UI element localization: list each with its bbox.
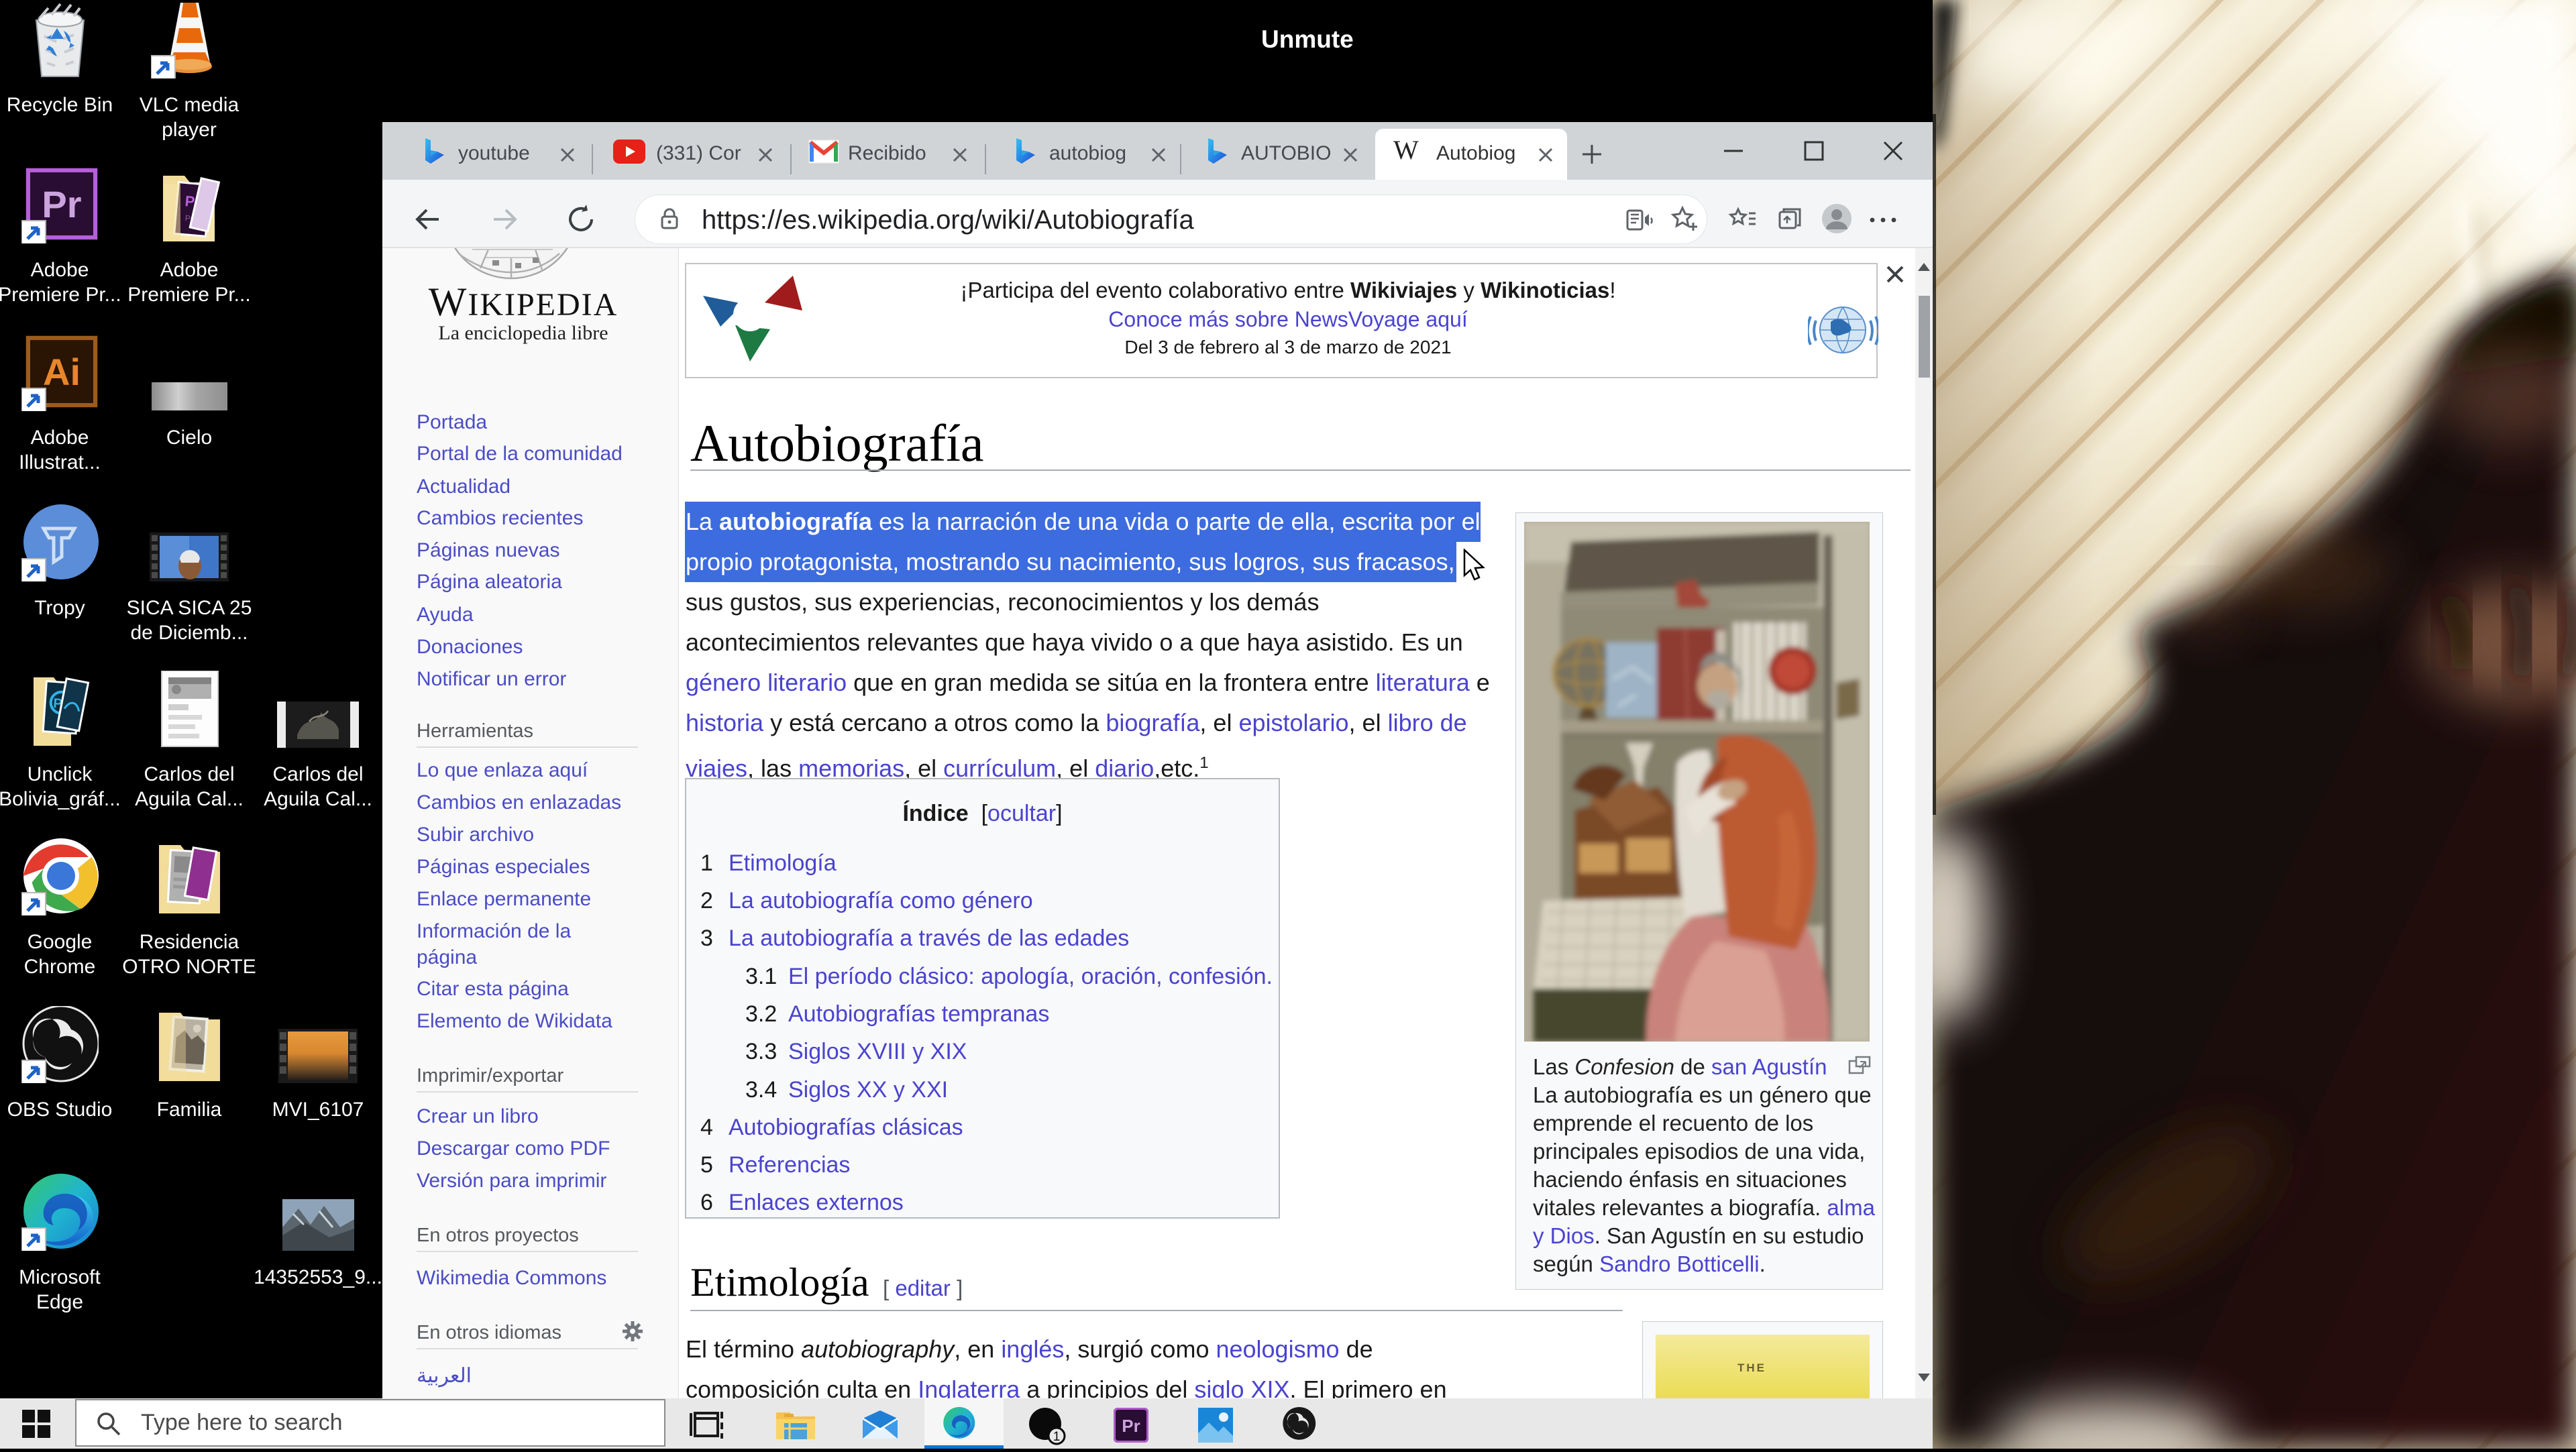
svg-text:Pr: Pr: [42, 183, 81, 225]
svg-text:Ai: Ai: [43, 351, 80, 393]
svg-text:1: 1: [1053, 1430, 1061, 1444]
svg-text:Pr: Pr: [1122, 1416, 1140, 1436]
